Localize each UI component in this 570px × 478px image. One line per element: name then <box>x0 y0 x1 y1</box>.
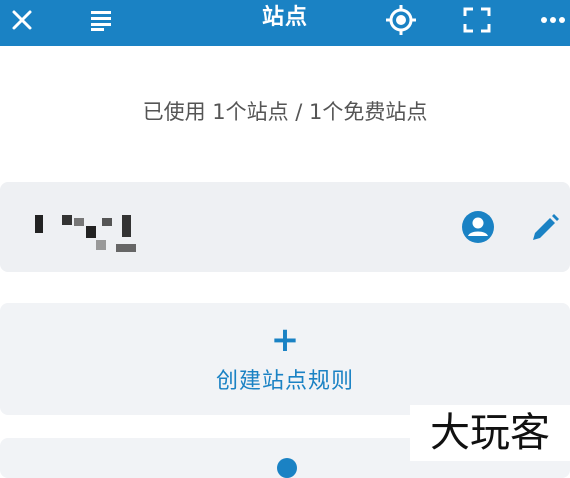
edit-icon <box>533 214 559 240</box>
more-icon <box>541 17 565 23</box>
account-icon <box>462 211 494 243</box>
locate-button[interactable] <box>383 0 419 40</box>
usage-summary: 已使用 1个站点 / 1个免费站点 <box>142 100 428 124</box>
more-button[interactable] <box>538 0 568 40</box>
create-site-rule-button[interactable]: + 创建站点规则 <box>0 303 570 415</box>
account-button[interactable] <box>460 209 496 245</box>
list-button[interactable] <box>86 0 116 40</box>
plus-icon: + <box>270 320 300 360</box>
scan-icon <box>463 7 491 33</box>
create-site-rule-label: 创建站点规则 <box>215 369 354 394</box>
close-button[interactable] <box>8 0 36 40</box>
watermark-logo: 大玩客 <box>410 405 570 461</box>
list-icon <box>91 11 111 31</box>
site-name-masked <box>30 210 150 252</box>
edit-button[interactable] <box>527 210 563 246</box>
locate-icon <box>386 5 416 35</box>
top-app-bar: 站点 <box>0 0 570 46</box>
close-icon <box>12 10 32 30</box>
circle-icon <box>277 458 297 478</box>
site-card[interactable] <box>0 182 570 272</box>
scan-button[interactable] <box>460 0 494 40</box>
